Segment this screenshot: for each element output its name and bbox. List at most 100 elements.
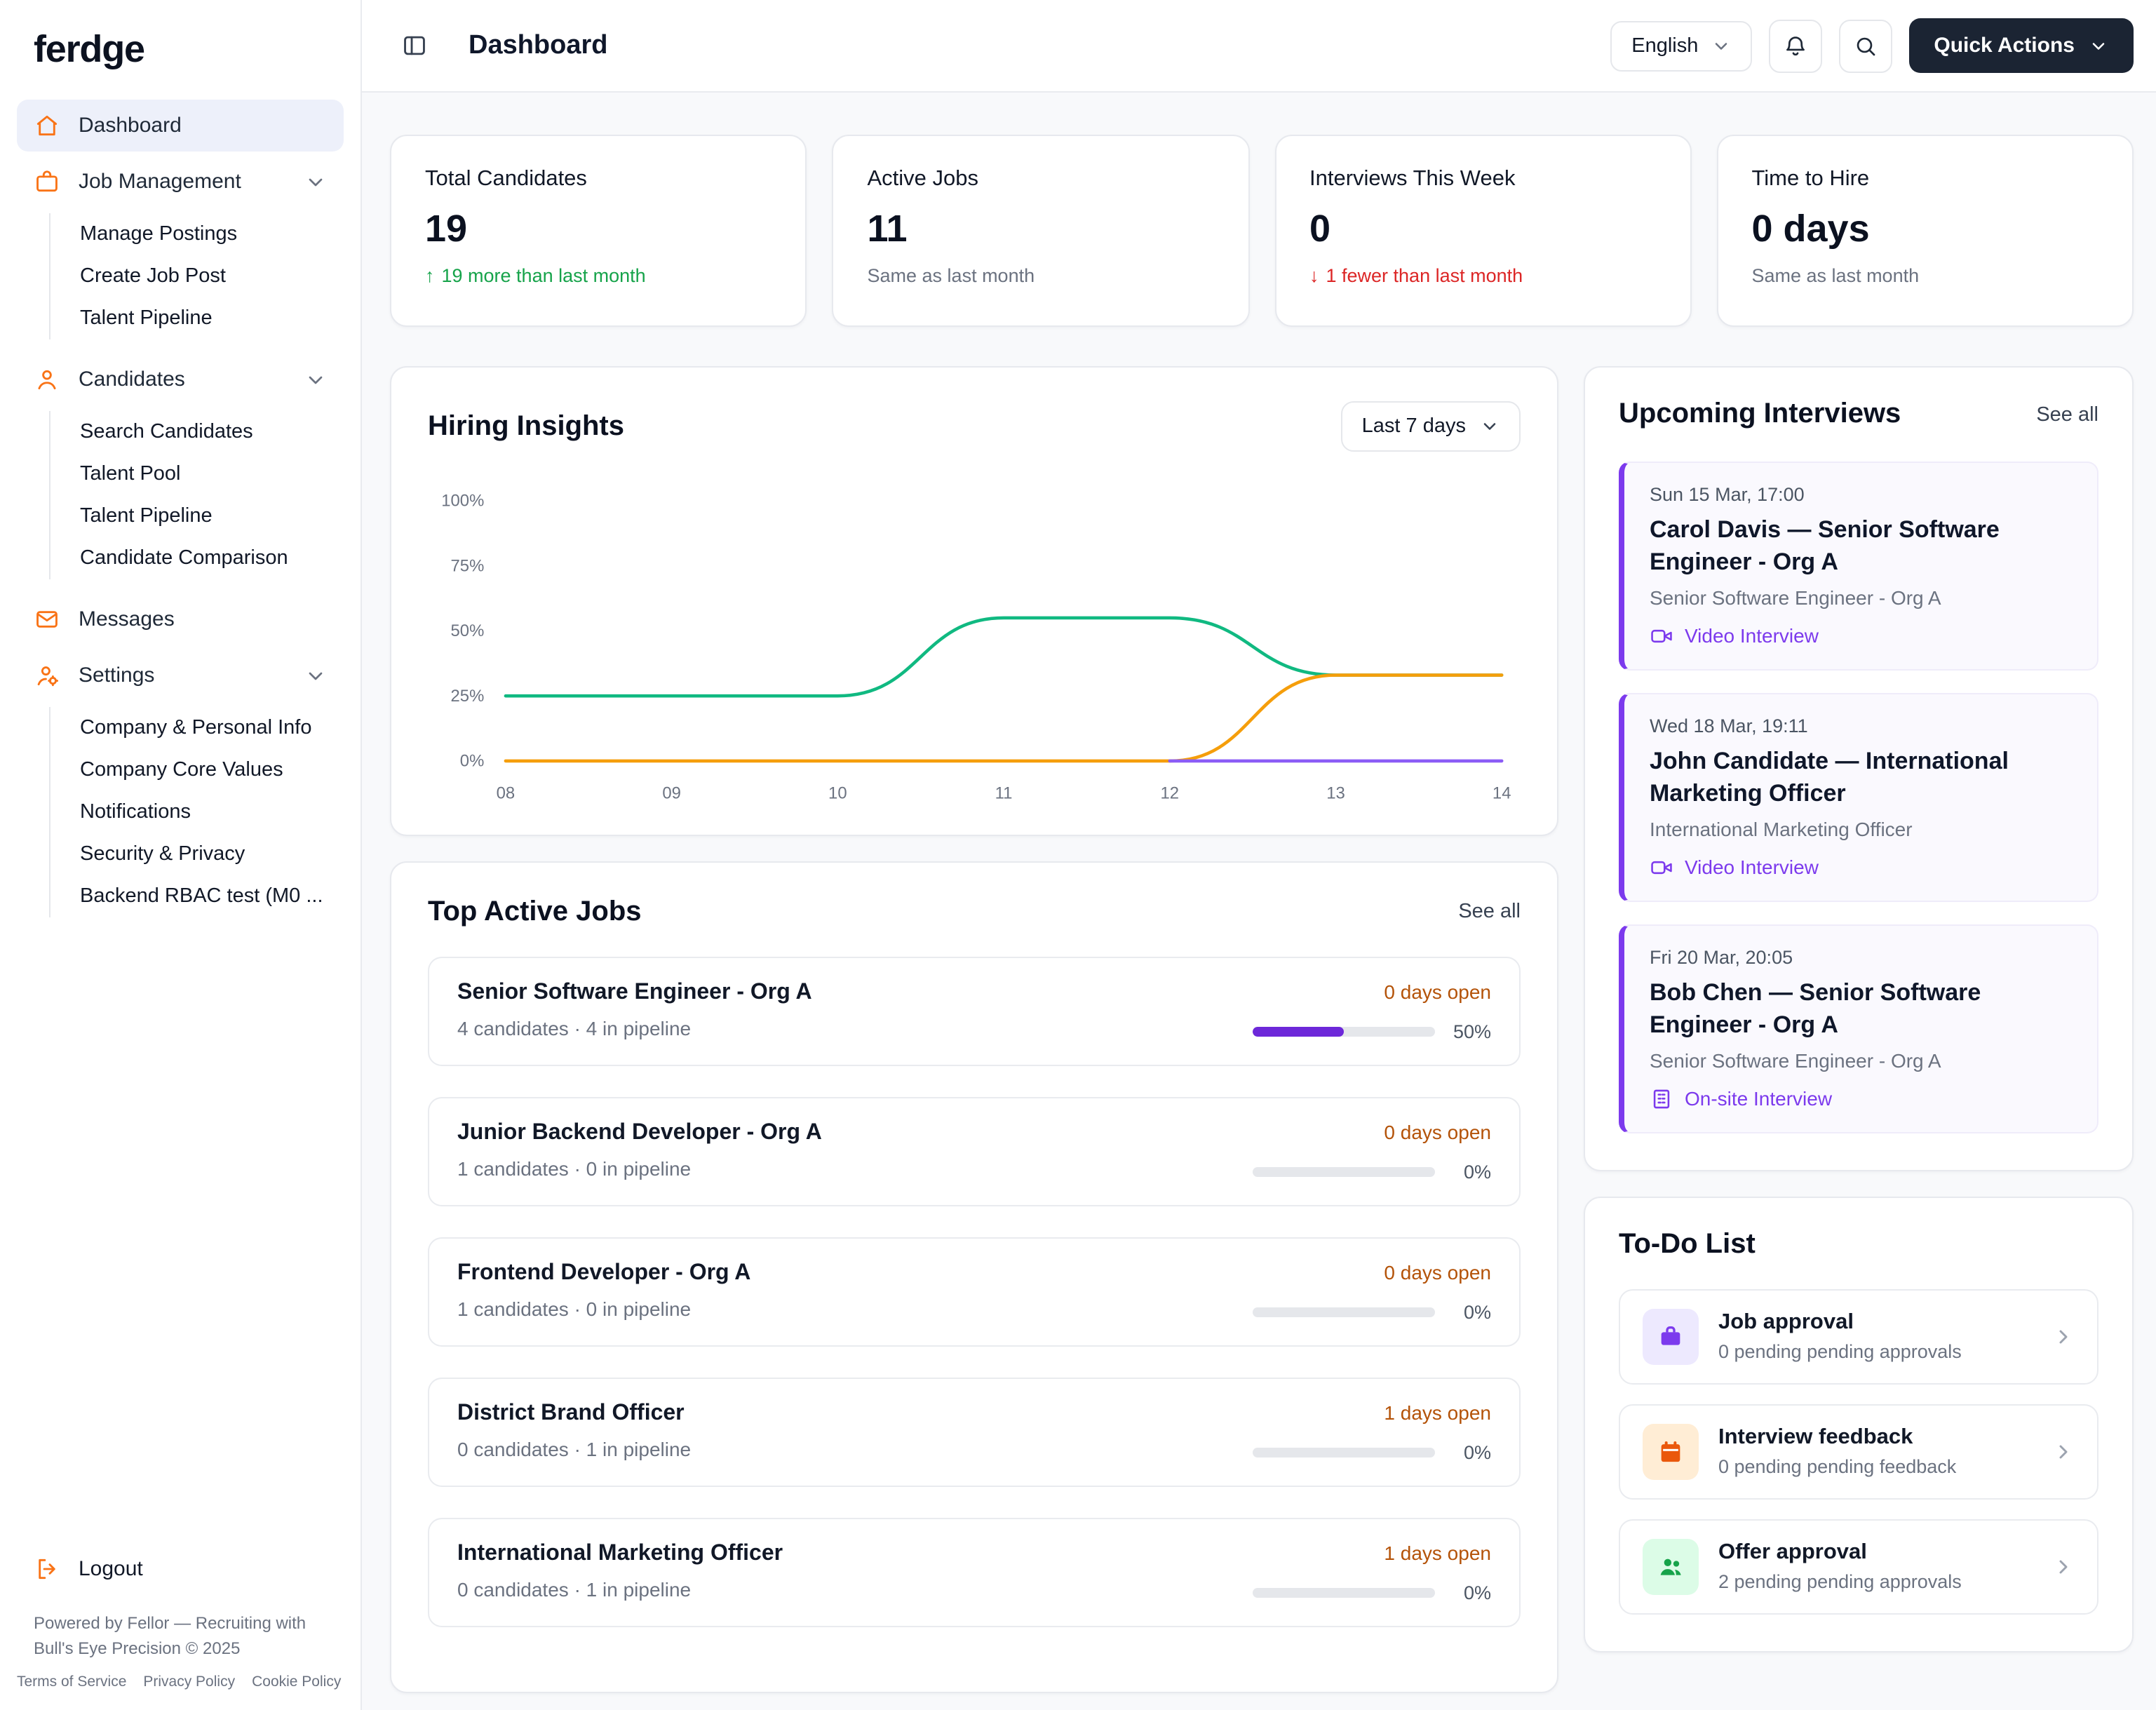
sidebar-item-backend-rbac-test[interactable]: Backend RBAC test (M0 ... — [50, 875, 344, 917]
stat-delta: 1 fewer than last month — [1309, 265, 1657, 286]
app-layout: ferdge Dashboard Job Management Manage P… — [0, 0, 2156, 1710]
sidebar-item-candidates[interactable]: Candidates — [17, 354, 344, 405]
interview-mode-label: On-site Interview — [1685, 1087, 1833, 1110]
insights-range-select[interactable]: Last 7 days — [1340, 401, 1521, 452]
interview-item[interactable]: Fri 20 Mar, 20:05 Bob Chen — Senior Soft… — [1619, 924, 2098, 1133]
notifications-button[interactable] — [1768, 19, 1822, 72]
sidebar-item-search-candidates[interactable]: Search Candidates — [50, 411, 344, 453]
sidebar-item-manage-postings[interactable]: Manage Postings — [50, 213, 344, 255]
job-row[interactable]: Junior Backend Developer - Org A 1 candi… — [428, 1096, 1521, 1206]
svg-text:13: 13 — [1326, 783, 1345, 802]
svg-text:10: 10 — [828, 783, 847, 802]
interview-title: Bob Chen — Senior Software Engineer - Or… — [1650, 978, 1981, 1038]
job-days-open: 1 days open — [1384, 1401, 1491, 1424]
job-meta: 0 candidates · 1 in pipeline — [457, 1577, 692, 1601]
sidebar-item-label: Settings — [79, 664, 155, 687]
job-days-open: 0 days open — [1384, 1260, 1491, 1284]
todo-item-job-approval[interactable]: Job approval 0 pending pending approvals — [1619, 1288, 2098, 1385]
stat-value: 0 — [1309, 208, 1331, 250]
sidebar-item-company-core-values[interactable]: Company Core Values — [50, 749, 344, 791]
logout-button[interactable]: Logout — [17, 1543, 344, 1595]
svg-text:0%: 0% — [460, 752, 485, 771]
interview-role: Senior Software Engineer - Org A — [1650, 1049, 1941, 1072]
insights-range-value: Last 7 days — [1361, 415, 1466, 438]
interview-item[interactable]: Sun 15 Mar, 17:00 Carol Davis — Senior S… — [1619, 462, 2098, 671]
todo-title: Job approval — [1718, 1310, 1854, 1335]
search-button[interactable] — [1838, 19, 1892, 72]
calendar-icon — [1643, 1423, 1699, 1480]
privacy-policy-link[interactable]: Privacy Policy — [143, 1674, 235, 1690]
job-title: Senior Software Engineer - Org A — [457, 980, 812, 1004]
interview-mode-label: Video Interview — [1685, 624, 1819, 647]
todo-subtitle: 2 pending pending approvals — [1718, 1571, 1962, 1593]
chevron-down-icon — [1711, 36, 1730, 55]
dashboard-columns: Hiring Insights Last 7 days 0% 25% 50% 75% 1… — [390, 366, 2134, 1693]
sidebar-item-talent-pool[interactable]: Talent Pool — [50, 453, 344, 495]
brand-logo: ferdge — [34, 28, 145, 70]
cookie-policy-link[interactable]: Cookie Policy — [252, 1674, 341, 1690]
interviews-see-all-link[interactable]: See all — [2036, 403, 2098, 426]
sidebar-item-dashboard[interactable]: Dashboard — [17, 100, 344, 152]
interview-title: John Candidate — International Marketing… — [1650, 747, 2009, 807]
sidebar-item-notifications[interactable]: Notifications — [50, 791, 344, 833]
job-progress-label: 0% — [1463, 1301, 1491, 1323]
sidebar-footer-links: Terms of Service Privacy Policy Cookie P… — [17, 1674, 344, 1690]
job-meta: 0 candidates · 1 in pipeline — [457, 1437, 692, 1460]
stat-delta: Same as last month — [867, 265, 1035, 286]
jobs-see-all-link[interactable]: See all — [1458, 901, 1521, 924]
sidebar-nav: Dashboard Job Management Manage Postings… — [17, 100, 344, 931]
svg-text:25%: 25% — [451, 687, 485, 706]
svg-text:100%: 100% — [441, 492, 484, 511]
sidebar-item-company-personal-info[interactable]: Company & Personal Info — [50, 707, 344, 749]
language-select[interactable]: English — [1610, 20, 1752, 71]
interview-datetime: Fri 20 Mar, 20:05 — [1650, 946, 1793, 968]
chevron-down-icon — [2089, 36, 2108, 55]
sidebar-item-talent-pipeline[interactable]: Talent Pipeline — [50, 297, 344, 339]
job-title: International Marketing Officer — [457, 1541, 783, 1566]
sidebar-item-security-privacy[interactable]: Security & Privacy — [50, 833, 344, 875]
todo-item-interview-feedback[interactable]: Interview feedback 0 pending pending fee… — [1619, 1403, 2098, 1500]
logout-icon — [34, 1556, 60, 1582]
interviews-list: Sun 15 Mar, 17:00 Carol Davis — Senior S… — [1619, 462, 2098, 1133]
stat-delta: Same as last month — [1751, 265, 1920, 286]
sidebar-item-talent-pipeline-2[interactable]: Talent Pipeline — [50, 495, 344, 537]
sidebar-item-label: Messages — [79, 607, 175, 631]
job-row[interactable]: Frontend Developer - Org A 1 candidates … — [428, 1237, 1521, 1347]
hiring-insights-card: Hiring Insights Last 7 days 0% 25% 50% 75% 1… — [390, 366, 1558, 836]
sidebar-item-messages[interactable]: Messages — [17, 593, 344, 645]
logout-label: Logout — [79, 1557, 143, 1582]
sidebar-item-job-management[interactable]: Job Management — [17, 156, 344, 208]
hiring-insights-title: Hiring Insights — [428, 410, 624, 441]
app-root: ferdge Dashboard Job Management Manage P… — [0, 0, 2156, 1710]
job-progress-label: 0% — [1463, 1161, 1491, 1183]
dashboard-content: Total Candidates 19 19 more than last mo… — [362, 93, 2156, 1710]
stat-label: Time to Hire — [1751, 167, 1870, 191]
upcoming-interviews-title: Upcoming Interviews — [1619, 398, 1901, 429]
interview-item[interactable]: Wed 18 Mar, 19:11 John Candidate — Inter… — [1619, 692, 2098, 902]
sidebar-item-candidate-comparison[interactable]: Candidate Comparison — [50, 537, 344, 579]
sidebar-item-create-job-post[interactable]: Create Job Post — [50, 255, 344, 297]
sidebar-toggle-button[interactable] — [390, 22, 438, 69]
sidebar: ferdge Dashboard Job Management Manage P… — [0, 0, 362, 1710]
stat-card-total-candidates: Total Candidates 19 19 more than last mo… — [390, 135, 807, 327]
svg-text:14: 14 — [1493, 783, 1511, 802]
todo-item-offer-approval[interactable]: Offer approval 2 pending pending approva… — [1619, 1519, 2098, 1615]
stat-card-active-jobs: Active Jobs 11 Same as last month — [832, 135, 1249, 327]
panel-toggle-icon — [403, 36, 424, 55]
job-progress-bar — [1253, 1447, 1435, 1457]
sidebar-item-label: Dashboard — [79, 114, 182, 137]
job-days-open: 0 days open — [1384, 980, 1491, 1003]
hiring-insights-chart-wrap: 0% 25% 50% 75% 100% 08 09 10 11 12 13 14 — [428, 471, 1521, 809]
quick-actions-button[interactable]: Quick Actions — [1908, 18, 2134, 73]
sidebar-item-settings[interactable]: Settings — [17, 649, 344, 701]
terms-of-service-link[interactable]: Terms of Service — [17, 1674, 126, 1690]
job-row[interactable]: Senior Software Engineer - Org A 4 candi… — [428, 956, 1521, 1066]
interview-role: Senior Software Engineer - Org A — [1650, 586, 1941, 609]
job-row[interactable]: District Brand Officer 0 candidates · 1 … — [428, 1377, 1521, 1487]
interview-role: International Marketing Officer — [1650, 817, 1913, 840]
top-active-jobs-title: Top Active Jobs — [428, 896, 642, 927]
topbar: Dashboard English Quick Actions — [362, 0, 2156, 93]
job-row[interactable]: International Marketing Officer 0 candid… — [428, 1517, 1521, 1627]
todo-list-card: To-Do List Job approval 0 pending pendin… — [1584, 1196, 2134, 1652]
